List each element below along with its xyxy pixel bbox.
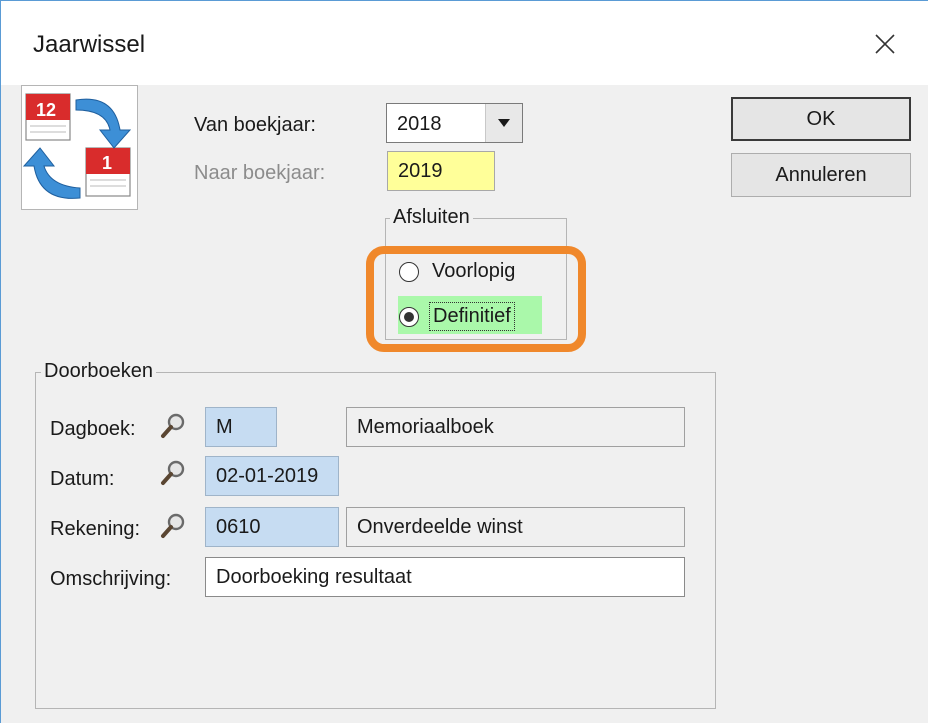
app-icon-frame: 12 1: [21, 85, 138, 210]
window-title: Jaarwissel: [33, 31, 146, 58]
afsluiten-group-title: Afsluiten: [390, 206, 473, 229]
datum-lookup-icon[interactable]: [160, 458, 188, 486]
radio-definitief-label: Definitief: [429, 302, 515, 331]
rekening-name-field: Onverdeelde winst: [346, 507, 685, 547]
cancel-button[interactable]: Annuleren: [731, 153, 911, 197]
naar-boekjaar-field[interactable]: 2019: [387, 151, 495, 191]
ok-button[interactable]: OK: [731, 97, 911, 141]
radio-voorlopig-label: Voorlopig: [432, 260, 516, 282]
dropdown-button[interactable]: [485, 104, 522, 142]
omschrijving-label: Omschrijving:: [50, 568, 172, 590]
svg-text:1: 1: [102, 153, 112, 173]
datum-label: Datum:: [50, 468, 115, 490]
chevron-down-icon: [498, 119, 510, 127]
radio-selected-dot: [404, 311, 414, 322]
dagboek-code-field[interactable]: M: [205, 407, 277, 447]
rekening-label: Rekening:: [50, 518, 141, 540]
naar-boekjaar-label: Naar boekjaar:: [194, 162, 326, 184]
svg-text:12: 12: [36, 100, 56, 120]
rekening-code-field[interactable]: 0610: [205, 507, 339, 547]
calendar-year-rollover-icon: 12 1: [22, 93, 132, 199]
omschrijving-field[interactable]: Doorboeking resultaat: [205, 557, 685, 597]
radio-voorlopig[interactable]: Voorlopig: [399, 258, 518, 285]
dagboek-name-field: Memoriaalboek: [346, 407, 685, 447]
close-button[interactable]: [865, 27, 905, 61]
radio-definitief[interactable]: Definitief: [399, 302, 515, 331]
datum-field[interactable]: 02-01-2019: [205, 456, 339, 496]
doorboeken-group-title: Doorboeken: [41, 360, 156, 383]
close-icon: [875, 34, 895, 54]
dagboek-lookup-icon[interactable]: [160, 411, 188, 439]
rekening-lookup-icon[interactable]: [160, 511, 188, 539]
van-boekjaar-value: 2018: [397, 113, 442, 135]
dagboek-label: Dagboek:: [50, 418, 136, 440]
jaarwissel-dialog: Jaarwissel 12 1 Van boekjaar: 2018 Naar …: [0, 0, 928, 723]
title-bar: Jaarwissel: [1, 1, 928, 85]
radio-voorlopig-circle[interactable]: [399, 261, 419, 282]
van-boekjaar-select[interactable]: 2018: [386, 103, 523, 143]
van-boekjaar-label: Van boekjaar:: [194, 114, 316, 136]
radio-definitief-circle[interactable]: [399, 306, 419, 327]
